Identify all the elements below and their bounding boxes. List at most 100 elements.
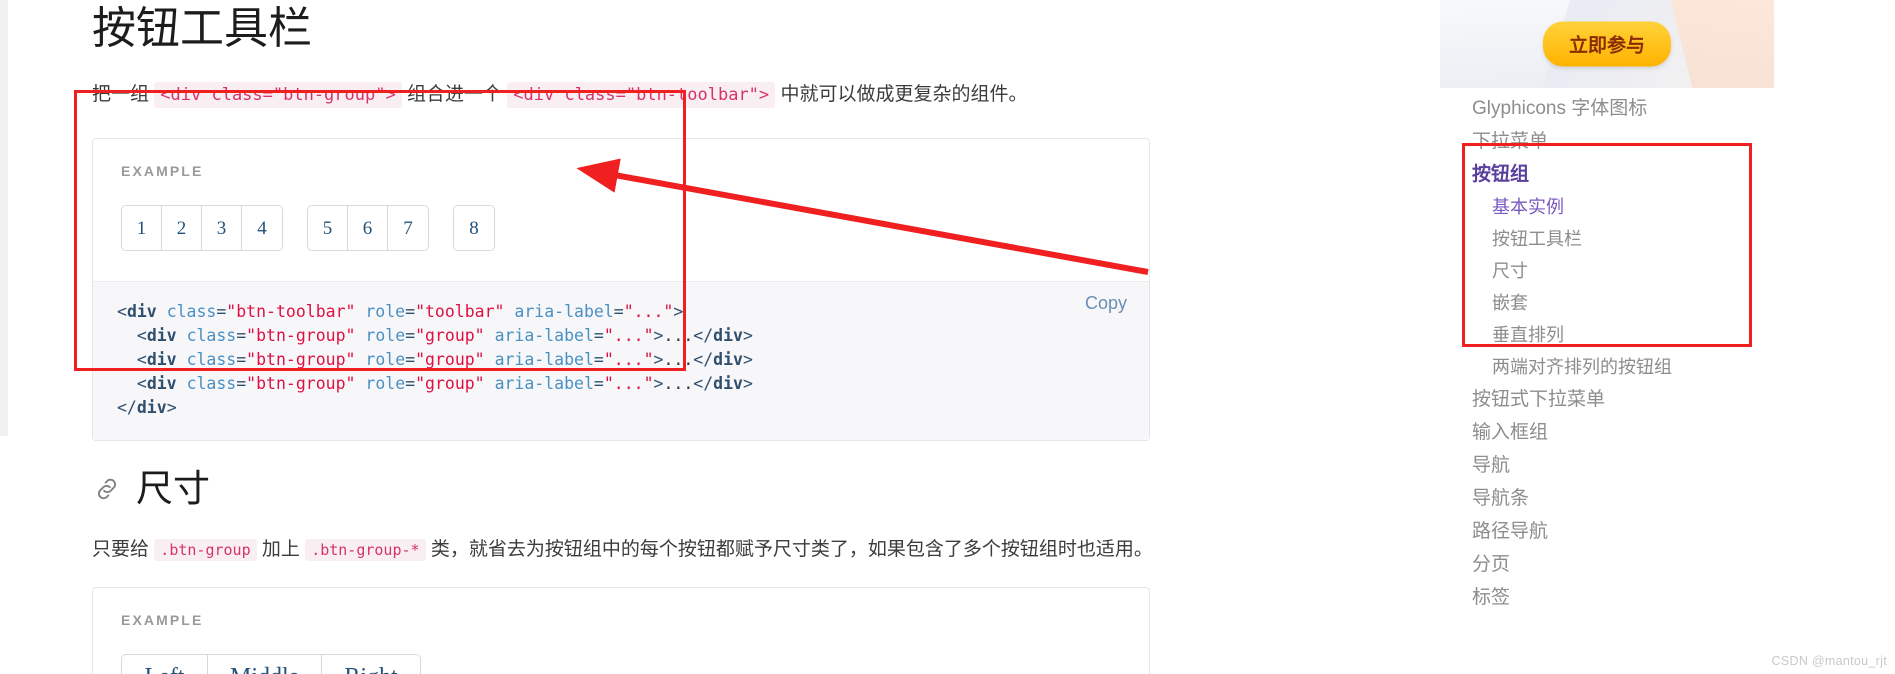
page-title: 按钮工具栏 [92,4,312,53]
code-token: div [713,350,743,369]
code-token: > [742,326,753,345]
toolbar-button-4[interactable]: 4 [242,206,282,250]
watermark: CSDN @mantou_rjt [1771,654,1887,668]
toc-item-2[interactable]: 下拉菜单 [1440,125,1895,158]
toc-item-7[interactable]: 嵌套 [1440,287,1895,319]
toc-item-14[interactable]: 路径导航 [1440,515,1895,548]
code-token: = [593,350,604,369]
code-token: div [126,302,157,321]
example-card-body: EXAMPLE 12345678 [93,139,1149,281]
toc-item-16[interactable]: 标签 [1440,581,1895,614]
code-token: </ [693,350,714,369]
code-token: "group" [415,374,485,393]
toolbar-button-8[interactable]: 8 [454,206,494,250]
code-token: "group" [415,350,485,369]
toc-item-3[interactable]: 按钮组 [1440,158,1895,191]
toc-item-5[interactable]: 按钮工具栏 [1440,223,1895,255]
code-token: role [365,350,406,369]
code-token: = [405,326,416,345]
size-button-middle[interactable]: Middle [208,655,323,674]
toc-item-8[interactable]: 垂直排列 [1440,319,1895,351]
code-token: "btn-group" [246,374,356,393]
ad-decoration-right [1667,0,1774,88]
link-icon[interactable] [92,474,122,504]
code-token: "..." [603,326,654,345]
code-token: aria-label [494,326,594,345]
example-card-toolbar: EXAMPLE 12345678 Copy <div class="btn-to… [92,138,1150,441]
code-token: "btn-group" [246,350,356,369]
size-desc-part1: 只要给 [92,539,150,560]
code-token: class [166,302,217,321]
example-card-size-body: EXAMPLE LeftMiddleRight [93,588,1149,674]
code-token: "..." [623,302,674,321]
code-token: > [653,350,664,369]
toolbar-button-2[interactable]: 2 [162,206,202,250]
code-token: < [136,350,147,369]
code-token: = [216,302,227,321]
page-root: 按钮工具栏 把一组 <div class="btn-group"> 组合进一个 … [0,0,1895,674]
code-token: ... [663,326,694,345]
code-token: div [713,374,743,393]
code-token: "..." [603,350,654,369]
code-token: = [236,350,247,369]
toc-item-10[interactable]: 按钮式下拉菜单 [1440,383,1895,416]
ad-banner[interactable]: 立即参与 [1440,0,1774,88]
toc-item-11[interactable]: 输入框组 [1440,416,1895,449]
example-label-size: EXAMPLE [121,612,204,628]
toolbar-button-5[interactable]: 5 [308,206,348,250]
code-token: = [405,350,416,369]
inline-code-btn-group: <div class="btn-group"> [154,82,402,108]
btn-group-3: 8 [453,205,495,251]
size-desc-part3: 类，就省去为按钮组中的每个按钮都赋予尺寸类了，如果包含了多个按钮组时也适用。 [430,539,1153,560]
toolbar-button-3[interactable]: 3 [202,206,242,250]
code-token: "btn-group" [246,326,356,345]
code-token: "btn-toolbar" [226,302,356,321]
code-token: div [136,398,167,417]
button-group-size: LeftMiddleRight [121,654,1121,674]
toc-item-4[interactable]: 基本实例 [1440,191,1895,223]
toolbar-button-6[interactable]: 6 [348,206,388,250]
copy-button[interactable]: Copy [1079,292,1133,315]
size-button-left[interactable]: Left [122,655,208,674]
example-label: EXAMPLE [121,163,204,179]
code-snippet: <div class="btn-toolbar" role="toolbar" … [117,300,1125,420]
code-token: > [166,398,177,417]
code-token: = [236,374,247,393]
toc-item-1[interactable]: Glyphicons 字体图标 [1440,92,1895,125]
code-token: < [117,302,127,321]
lead-paragraph: 把一组 <div class="btn-group"> 组合进一个 <div c… [92,80,1358,110]
toc-item-12[interactable]: 导航 [1440,449,1895,482]
button-toolbar: 12345678 [121,205,1121,251]
toc-item-6[interactable]: 尺寸 [1440,255,1895,287]
size-button-right[interactable]: Right [322,655,420,674]
size-desc-part2: 加上 [261,539,300,560]
code-token: = [236,326,247,345]
right-sidebar: 立即参与 Glyphicons 字体图标 下拉菜单 按钮组 基本实例 按钮工具栏 尺寸 嵌套… [1440,0,1895,674]
code-token: </ [693,326,714,345]
example-card-size: EXAMPLE LeftMiddleRight [92,587,1150,674]
toolbar-button-1[interactable]: 1 [122,206,162,250]
code-token: role [365,302,406,321]
code-token: > [673,302,684,321]
left-edge-strip [0,0,8,674]
toolbar-button-7[interactable]: 7 [388,206,428,250]
code-token: div [713,326,743,345]
code-token: = [405,374,416,393]
toc-item-15[interactable]: 分页 [1440,548,1895,581]
code-token: = [613,302,624,321]
code-block-wrapper: Copy <div class="btn-toolbar" role="tool… [93,281,1149,440]
code-token: role [365,326,406,345]
inline-code-btn-toolbar: <div class="btn-toolbar"> [507,82,776,108]
toc-subgroup: 基本实例 按钮工具栏 尺寸 嵌套 垂直排列 两端对齐排列的按钮组 [1440,191,1895,383]
code-token: > [653,374,664,393]
toc-item-9[interactable]: 两端对齐排列的按钮组 [1440,351,1895,383]
main-content: 按钮工具栏 把一组 <div class="btn-group"> 组合进一个 … [88,0,1358,674]
ad-cta-button[interactable]: 立即参与 [1542,21,1672,67]
code-token: ... [663,350,694,369]
toc-item-13[interactable]: 导航条 [1440,482,1895,515]
